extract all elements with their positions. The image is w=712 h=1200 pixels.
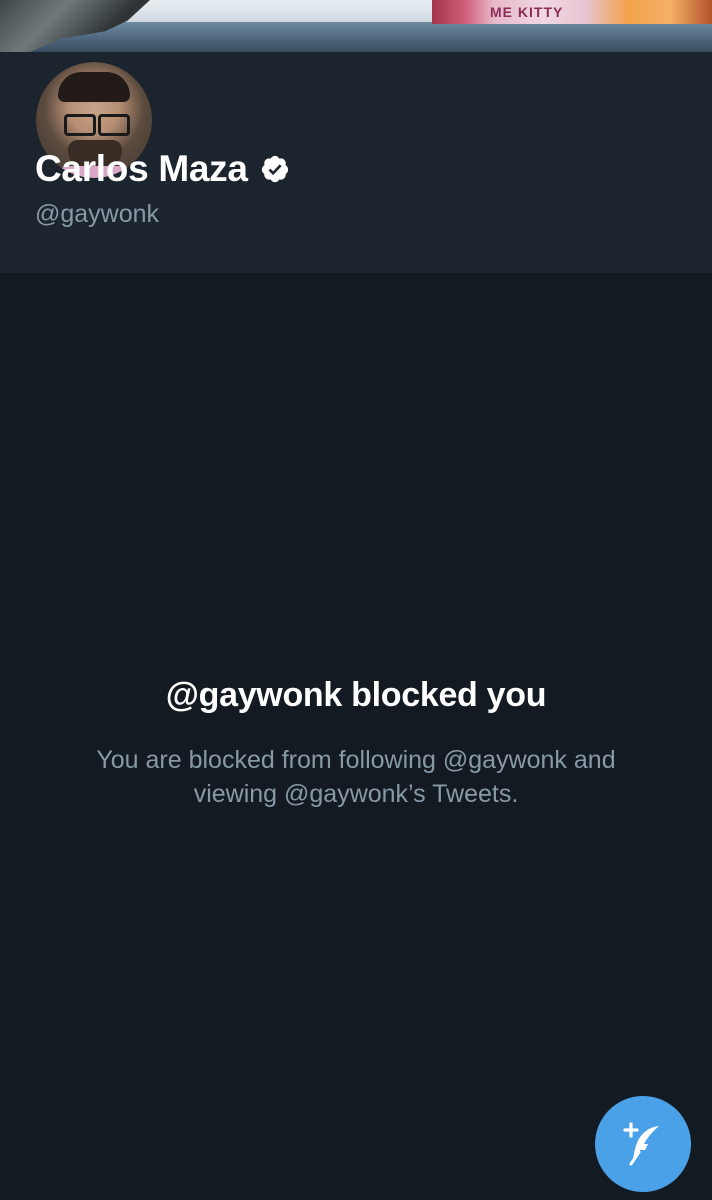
avatar-glasses-right [98, 114, 130, 136]
profile-handle: @gaywonk [35, 200, 160, 228]
profile-header: Carlos Maza @gaywonk [0, 52, 712, 273]
name-row: Carlos Maza [35, 148, 290, 190]
compose-tweet-button[interactable] [595, 1096, 691, 1192]
compose-tweet-icon [623, 1122, 659, 1166]
banner-photo-text: ME KITTY [490, 4, 564, 20]
profile-page: ME KITTY Carlos Maza @gaywonk @gaywonk b… [0, 0, 712, 1200]
blocked-message-line-1: You are blocked from following @gaywonk … [96, 746, 616, 774]
blocked-title: @gaywonk blocked you [165, 676, 547, 714]
banner-photo [432, 0, 712, 24]
profile-banner[interactable]: ME KITTY [0, 0, 712, 52]
blocked-message: You are blocked from following @gaywonk … [56, 743, 656, 811]
display-name: Carlos Maza [35, 148, 248, 189]
avatar-glasses-left [64, 114, 96, 136]
verified-badge-icon [260, 154, 290, 184]
blocked-message-line-2: viewing @gaywonk’s Tweets. [193, 780, 519, 808]
avatar-hair [58, 72, 130, 102]
